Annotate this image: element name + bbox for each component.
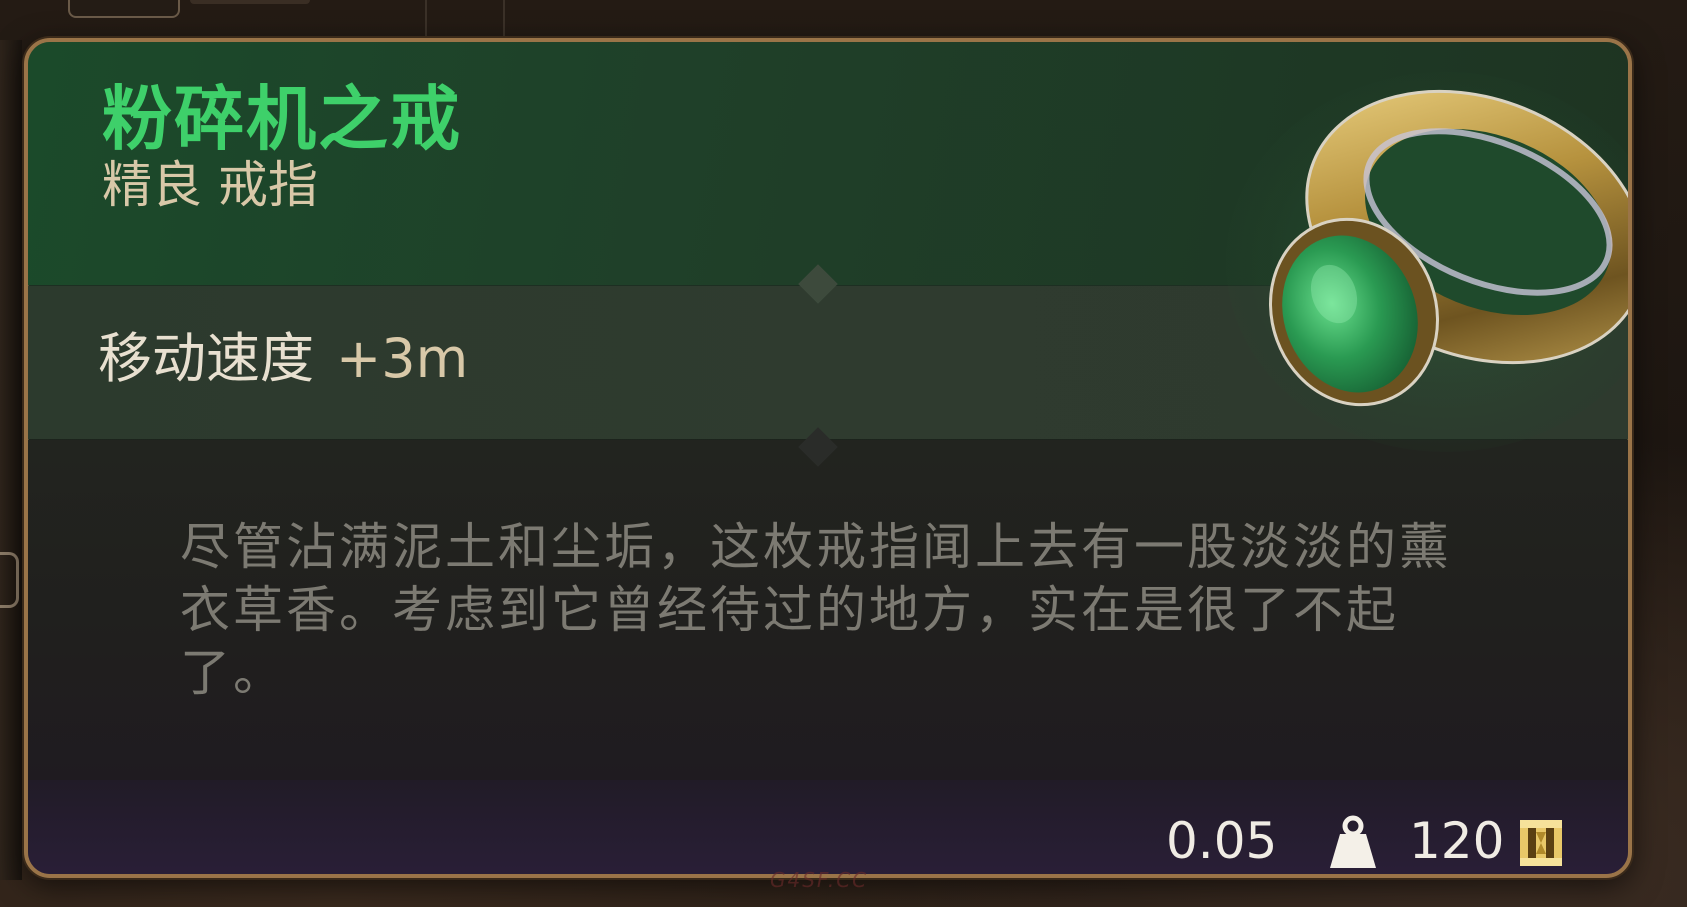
item-tooltip: 粉碎机之戒 精良 戒指 移动速度 +3m 尽管沾满泥土和尘垢，这枚戒指闻上去有一股… bbox=[24, 38, 1632, 878]
stat-value: +3m bbox=[336, 327, 469, 390]
stat-label: 移动速度 bbox=[98, 327, 314, 390]
background-left-panel bbox=[0, 40, 22, 880]
game-screen: 粉碎机之戒 精良 戒指 移动速度 +3m 尽管沾满泥土和尘垢，这枚戒指闻上去有一股… bbox=[0, 0, 1687, 907]
background-left-glyph bbox=[0, 552, 19, 608]
item-weight: 0.05 bbox=[1166, 812, 1278, 870]
stat-line: 移动速度 +3m bbox=[98, 332, 468, 386]
gold-coin-icon bbox=[1520, 820, 1562, 866]
background-divider bbox=[425, 0, 427, 38]
item-description: 尽管沾满泥土和尘垢，这枚戒指闻上去有一股淡淡的薰衣草香。考虑到它曾经待过的地方，… bbox=[180, 518, 1452, 702]
background-keybind-frame bbox=[68, 0, 180, 18]
tooltip-footer bbox=[28, 780, 1628, 874]
background-ui-fragment bbox=[190, 0, 310, 4]
jade-ring-image bbox=[1226, 72, 1628, 452]
item-rarity-type: 精良 戒指 bbox=[102, 156, 318, 214]
item-name: 粉碎机之戒 bbox=[102, 78, 462, 160]
background-divider bbox=[503, 0, 505, 38]
item-price: 120 bbox=[1409, 812, 1505, 870]
weight-icon bbox=[1330, 815, 1376, 868]
watermark: G4SF.CC bbox=[770, 868, 869, 892]
